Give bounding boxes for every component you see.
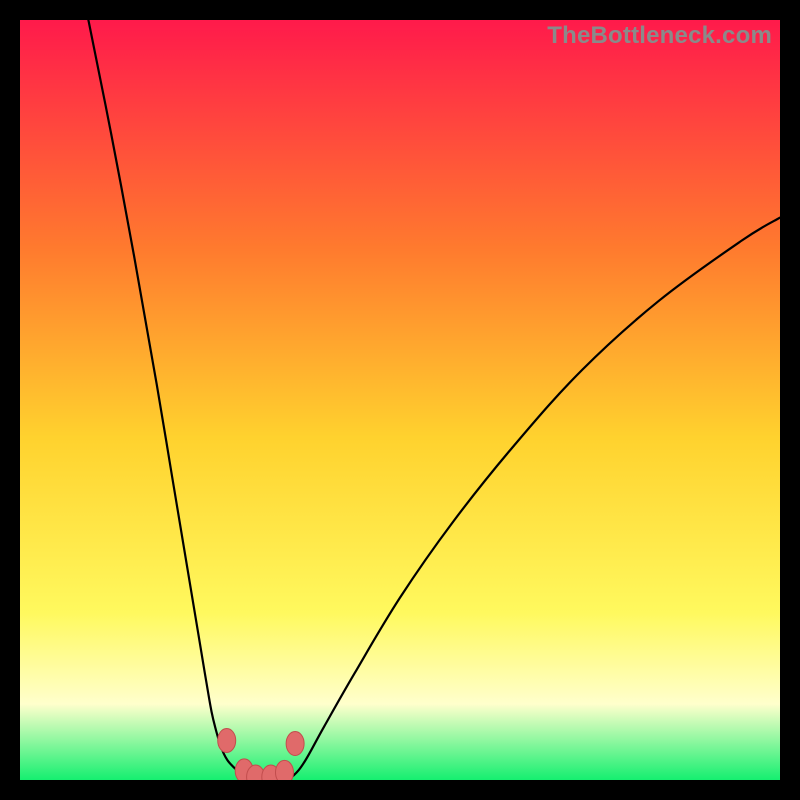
data-marker [286, 732, 304, 756]
data-marker [218, 728, 236, 752]
bottleneck-chart [20, 20, 780, 780]
data-marker [275, 760, 293, 780]
chart-frame: TheBottleneck.com [20, 20, 780, 780]
gradient-background [20, 20, 780, 780]
watermark-text: TheBottleneck.com [547, 22, 772, 50]
